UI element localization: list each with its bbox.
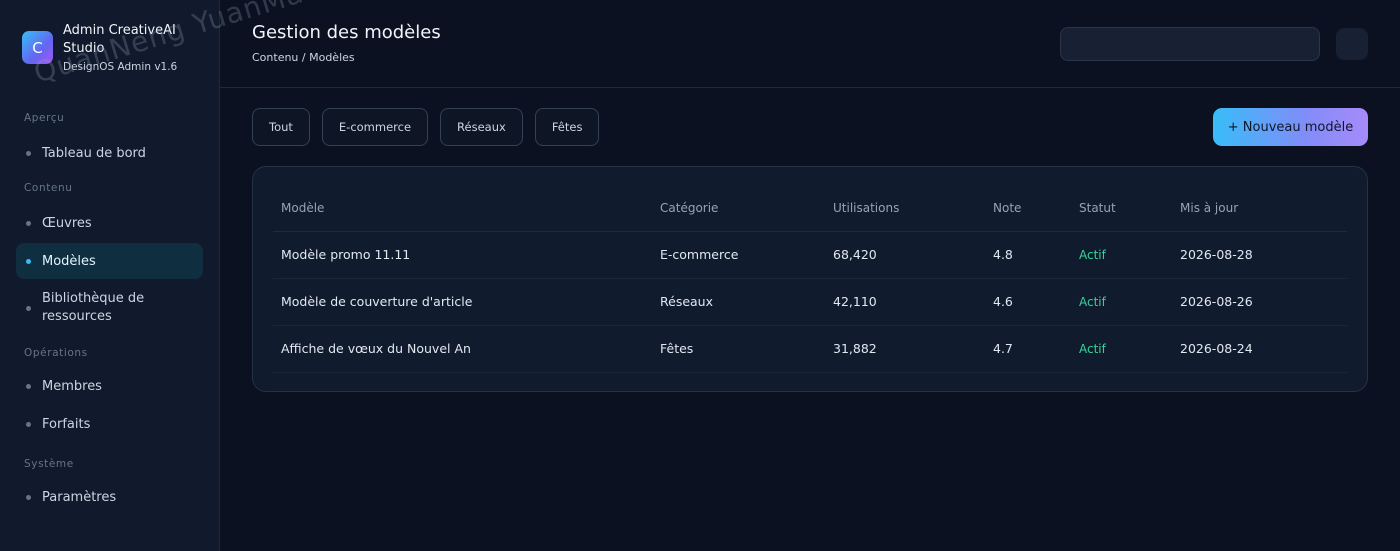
filter-tout[interactable]: Tout xyxy=(252,108,310,146)
sidebar-item-membres[interactable]: Membres xyxy=(16,367,203,405)
sidebar-item-label: Modèles xyxy=(42,253,96,269)
brand-title: Admin CreativeAI Studio xyxy=(63,23,176,56)
cell-rating: 4.7 xyxy=(985,325,1071,373)
cell-usage-count: 31,882 xyxy=(825,325,985,373)
column-header-mis-a-jour[interactable]: Mis à jour xyxy=(1172,185,1347,232)
brand-logo: C xyxy=(22,31,53,64)
bullet-icon xyxy=(26,150,31,156)
sidebar-item-label: Bibliothèque de ressources xyxy=(42,291,145,324)
user-menu-button[interactable] xyxy=(1336,28,1368,60)
table-row[interactable]: Modèle promo 11.11 E-commerce 68,420 4.8… xyxy=(273,231,1347,279)
sidebar-item-label: Paramètres xyxy=(42,489,117,505)
sidebar-item-label: Tableau de bord xyxy=(42,145,146,161)
cell-template-name: Modèle promo 11.11 xyxy=(273,231,652,279)
category-filters: Tout E-commerce Réseaux Fêtes xyxy=(252,108,600,146)
cell-rating: 4.6 xyxy=(985,278,1071,326)
sidebar-item-label: Œuvres xyxy=(42,215,92,231)
cell-updated-date: 2026-08-26 xyxy=(1172,278,1347,326)
bullet-icon xyxy=(26,383,31,389)
status-badge: Actif xyxy=(1071,278,1172,326)
sidebar-item-label: Forfaits xyxy=(42,416,91,432)
cell-usage-count: 68,420 xyxy=(825,231,985,279)
cell-template-name: Modèle de couverture d'article xyxy=(273,278,652,326)
filter-reseaux[interactable]: Réseaux xyxy=(440,108,523,146)
sidebar-section-contenu: Contenu xyxy=(24,182,73,194)
cell-usage-count: 42,110 xyxy=(825,278,985,326)
sidebar-section-operations: Opérations xyxy=(24,347,88,359)
column-header-categorie[interactable]: Catégorie xyxy=(652,185,825,232)
bullet-icon xyxy=(26,305,31,311)
brand-subtitle: DesignOS Admin v1.6 xyxy=(63,61,178,73)
sidebar-item-label: Membres xyxy=(42,378,102,394)
new-template-button[interactable]: + Nouveau modèle xyxy=(1213,108,1368,146)
sidebar-item-tableau-de-bord[interactable]: Tableau de bord xyxy=(16,134,203,172)
bullet-icon xyxy=(26,494,31,500)
cell-updated-date: 2026-08-28 xyxy=(1172,231,1347,279)
table-header-row: Modèle Catégorie Utilisations Note Statu… xyxy=(273,185,1347,232)
topbar: Gestion des modèles Contenu / Modèles xyxy=(220,0,1400,88)
column-header-modele[interactable]: Modèle xyxy=(273,185,652,232)
page-title: Gestion des modèles xyxy=(252,22,441,43)
templates-table-card: Modèle Catégorie Utilisations Note Statu… xyxy=(252,166,1368,392)
bullet-icon xyxy=(26,421,31,427)
bullet-icon xyxy=(26,220,31,226)
status-badge: Actif xyxy=(1071,231,1172,279)
column-header-note[interactable]: Note xyxy=(985,185,1071,232)
sidebar-section-apercu: Aperçu xyxy=(24,112,65,124)
cell-template-name: Affiche de vœux du Nouvel An xyxy=(273,325,652,373)
column-header-utilisations[interactable]: Utilisations xyxy=(825,185,985,232)
filter-fetes[interactable]: Fêtes xyxy=(534,108,600,146)
status-badge: Actif xyxy=(1071,325,1172,373)
breadcrumb: Contenu / Modèles xyxy=(252,51,355,64)
sidebar-item-forfaits[interactable]: Forfaits xyxy=(16,405,203,443)
sidebar-item-parametres[interactable]: Paramètres xyxy=(16,478,203,516)
cell-rating: 4.8 xyxy=(985,231,1071,279)
cell-category: Réseaux xyxy=(652,278,825,326)
table-row[interactable]: Affiche de vœux du Nouvel An Fêtes 31,88… xyxy=(273,325,1347,373)
sidebar-item-oeuvres[interactable]: Œuvres xyxy=(16,204,203,242)
cell-category: E-commerce xyxy=(652,231,825,279)
sidebar: C Admin CreativeAI Studio DesignOS Admin… xyxy=(0,0,220,551)
bullet-icon xyxy=(26,258,31,264)
sidebar-item-bibliotheque[interactable]: Bibliothèque de ressources xyxy=(16,281,203,335)
sidebar-item-modeles[interactable]: Modèles xyxy=(16,243,203,279)
filter-e-commerce[interactable]: E-commerce xyxy=(321,108,429,146)
brand: C Admin CreativeAI Studio DesignOS Admin… xyxy=(16,0,203,92)
main-content: Gestion des modèles Contenu / Modèles To… xyxy=(220,0,1400,551)
cell-updated-date: 2026-08-24 xyxy=(1172,325,1347,373)
table-row[interactable]: Modèle de couverture d'article Réseaux 4… xyxy=(273,278,1347,326)
column-header-statut[interactable]: Statut xyxy=(1071,185,1172,232)
sidebar-section-systeme: Système xyxy=(24,458,74,470)
search-input[interactable] xyxy=(1060,27,1320,61)
cell-category: Fêtes xyxy=(652,325,825,373)
templates-table: Modèle Catégorie Utilisations Note Statu… xyxy=(273,185,1347,373)
app-window: C Admin CreativeAI Studio DesignOS Admin… xyxy=(0,0,1400,551)
